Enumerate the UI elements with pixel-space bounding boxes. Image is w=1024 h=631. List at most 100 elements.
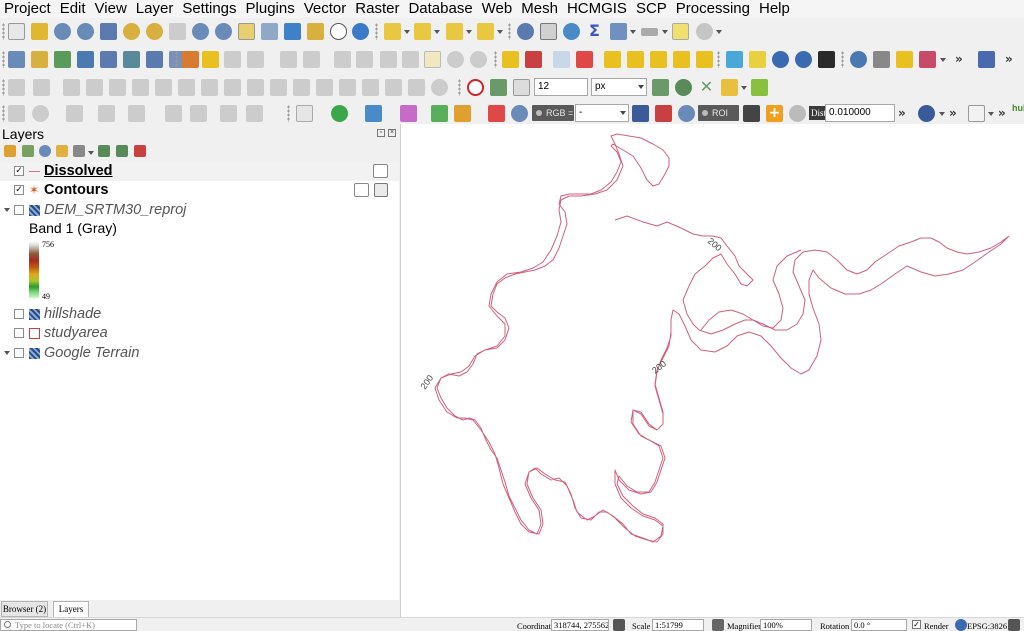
toggle-editing-icon[interactable] [202, 51, 219, 68]
chevron-down-icon[interactable] [4, 351, 10, 355]
rotate-feature-icon[interactable] [431, 79, 448, 96]
zoom-next-icon[interactable] [215, 23, 232, 40]
add-line-icon[interactable] [247, 51, 264, 68]
menu-view[interactable]: View [91, 0, 132, 18]
chevron-down-icon[interactable] [630, 30, 636, 34]
measure-line-icon[interactable] [641, 28, 658, 36]
snap-unit-select[interactable]: px [591, 78, 647, 96]
zoom-image-icon[interactable] [511, 105, 528, 122]
map-tips-icon[interactable] [672, 23, 689, 40]
reshape-icon[interactable] [178, 79, 195, 96]
float-panel-icon[interactable]: ▫ [377, 129, 385, 137]
show-bookmarks-icon[interactable] [307, 23, 324, 40]
filter-expression-icon[interactable] [73, 145, 85, 157]
refresh-icon[interactable] [352, 23, 369, 40]
vertex-editor-icon[interactable] [726, 51, 743, 68]
local-contrast-icon[interactable] [632, 105, 649, 122]
map-canvas[interactable]: 200 200 200 [400, 124, 1024, 617]
undo-icon[interactable] [447, 51, 464, 68]
align-raster-icon[interactable] [190, 105, 207, 122]
more-tools-icon[interactable]: » [898, 106, 906, 120]
menu-project[interactable]: Project [0, 0, 56, 18]
sigma-statistics-icon[interactable]: Σ [586, 23, 603, 40]
toolbar-handle[interactable] [508, 23, 511, 40]
self-snapping-icon[interactable] [721, 79, 738, 96]
digitize-curve-icon[interactable] [33, 79, 50, 96]
zoom-training-icon[interactable] [431, 105, 448, 122]
change-label-icon[interactable] [650, 51, 667, 68]
roi-pointer-icon[interactable] [743, 105, 760, 122]
plus-icon[interactable]: + [766, 105, 783, 122]
reverse-line-icon[interactable] [224, 79, 241, 96]
snapping-mode-icon[interactable] [490, 79, 507, 96]
scale-combo[interactable]: 1:51799 [652, 619, 704, 631]
offset-curve-icon[interactable] [201, 79, 218, 96]
delete-ring-icon[interactable] [132, 79, 149, 96]
redo-icon[interactable] [470, 51, 487, 68]
lock-scale-icon[interactable] [712, 619, 724, 631]
more-tools-icon[interactable]: » [955, 52, 963, 66]
hub-label[interactable]: hub [1012, 103, 1024, 113]
crs-globe-icon[interactable] [955, 619, 967, 631]
menu-mesh[interactable]: Mesh [517, 0, 563, 18]
delete-selected-icon[interactable] [334, 51, 351, 68]
chevron-down-icon[interactable] [716, 30, 722, 34]
chevron-down-icon[interactable] [88, 151, 94, 155]
python-console-icon[interactable] [850, 51, 867, 68]
data-source-manager-icon[interactable] [8, 51, 25, 68]
dist-spinbox[interactable]: 0.010000 [825, 104, 895, 122]
raster-calc-icon[interactable] [165, 105, 182, 122]
select-features-icon[interactable] [384, 23, 401, 40]
tab-layers[interactable]: Layers [53, 601, 89, 617]
menu-plugins[interactable]: Plugins [242, 0, 300, 18]
redo-roi-icon[interactable] [789, 105, 806, 122]
zoom-to-selection-icon[interactable] [123, 23, 140, 40]
offset-symbols-icon[interactable] [385, 79, 402, 96]
more-tools-icon[interactable]: » [998, 106, 1006, 120]
coordinate-field[interactable]: 318744, 2755624 [551, 619, 609, 631]
magnifier-spinbox[interactable]: 100% [760, 619, 812, 631]
rotate-symbols-icon[interactable] [362, 79, 379, 96]
car-routing-icon[interactable] [818, 51, 835, 68]
move-label-icon[interactable] [604, 51, 621, 68]
new-shapefile-icon[interactable] [77, 51, 94, 68]
split-parts-icon[interactable] [293, 79, 310, 96]
add-wfs-layer-icon[interactable] [146, 51, 163, 68]
label-properties-icon[interactable] [673, 51, 690, 68]
scp-dock-icon[interactable] [400, 105, 417, 122]
chevron-down-icon[interactable] [939, 112, 945, 116]
toolbar-handle[interactable] [494, 51, 497, 68]
menu-scp[interactable]: SCP [632, 0, 672, 18]
menu-web[interactable]: Web [478, 0, 518, 18]
add-vector-layer-icon[interactable] [31, 51, 48, 68]
circle-shape-icon[interactable] [32, 105, 49, 122]
fill-ring-icon[interactable] [109, 79, 126, 96]
ellipse-shape-icon[interactable] [66, 105, 83, 122]
expand-all-icon[interactable] [98, 145, 110, 157]
label-tool-icon[interactable] [502, 51, 519, 68]
toolbar-handle[interactable] [2, 51, 5, 68]
menu-database[interactable]: Database [404, 0, 477, 18]
simplify-icon[interactable] [408, 79, 425, 96]
memory-layer-icon[interactable] [373, 164, 388, 178]
topological-editing-icon[interactable] [652, 79, 669, 96]
trim-extend-icon[interactable] [247, 79, 264, 96]
menu-settings[interactable]: Settings [178, 0, 241, 18]
menu-raster[interactable]: Raster [351, 0, 404, 18]
render-checkbox[interactable]: ✓ [912, 620, 921, 629]
memory-layer-icon[interactable] [354, 183, 369, 197]
layer-row-dem[interactable]: DEM_SRTM30_reproj [0, 201, 399, 220]
zoom-roi-icon[interactable] [678, 105, 695, 122]
layer-row-contours[interactable]: ✓ ✶ Contours [0, 181, 399, 200]
field-calculator-icon[interactable] [610, 23, 627, 40]
vertex-tool-icon[interactable] [280, 51, 297, 68]
cut-features-icon[interactable] [380, 51, 397, 68]
layer-row-hillshade[interactable]: hillshade [0, 305, 399, 324]
trash-icon[interactable] [356, 51, 373, 68]
menu-edit[interactable]: Edit [56, 0, 91, 18]
label-diagram-icon[interactable] [525, 51, 542, 68]
menu-help[interactable]: Help [755, 0, 795, 18]
pin-labels-icon[interactable] [553, 51, 570, 68]
chevron-down-icon[interactable] [466, 30, 472, 34]
scp-settings-icon[interactable] [918, 105, 935, 122]
